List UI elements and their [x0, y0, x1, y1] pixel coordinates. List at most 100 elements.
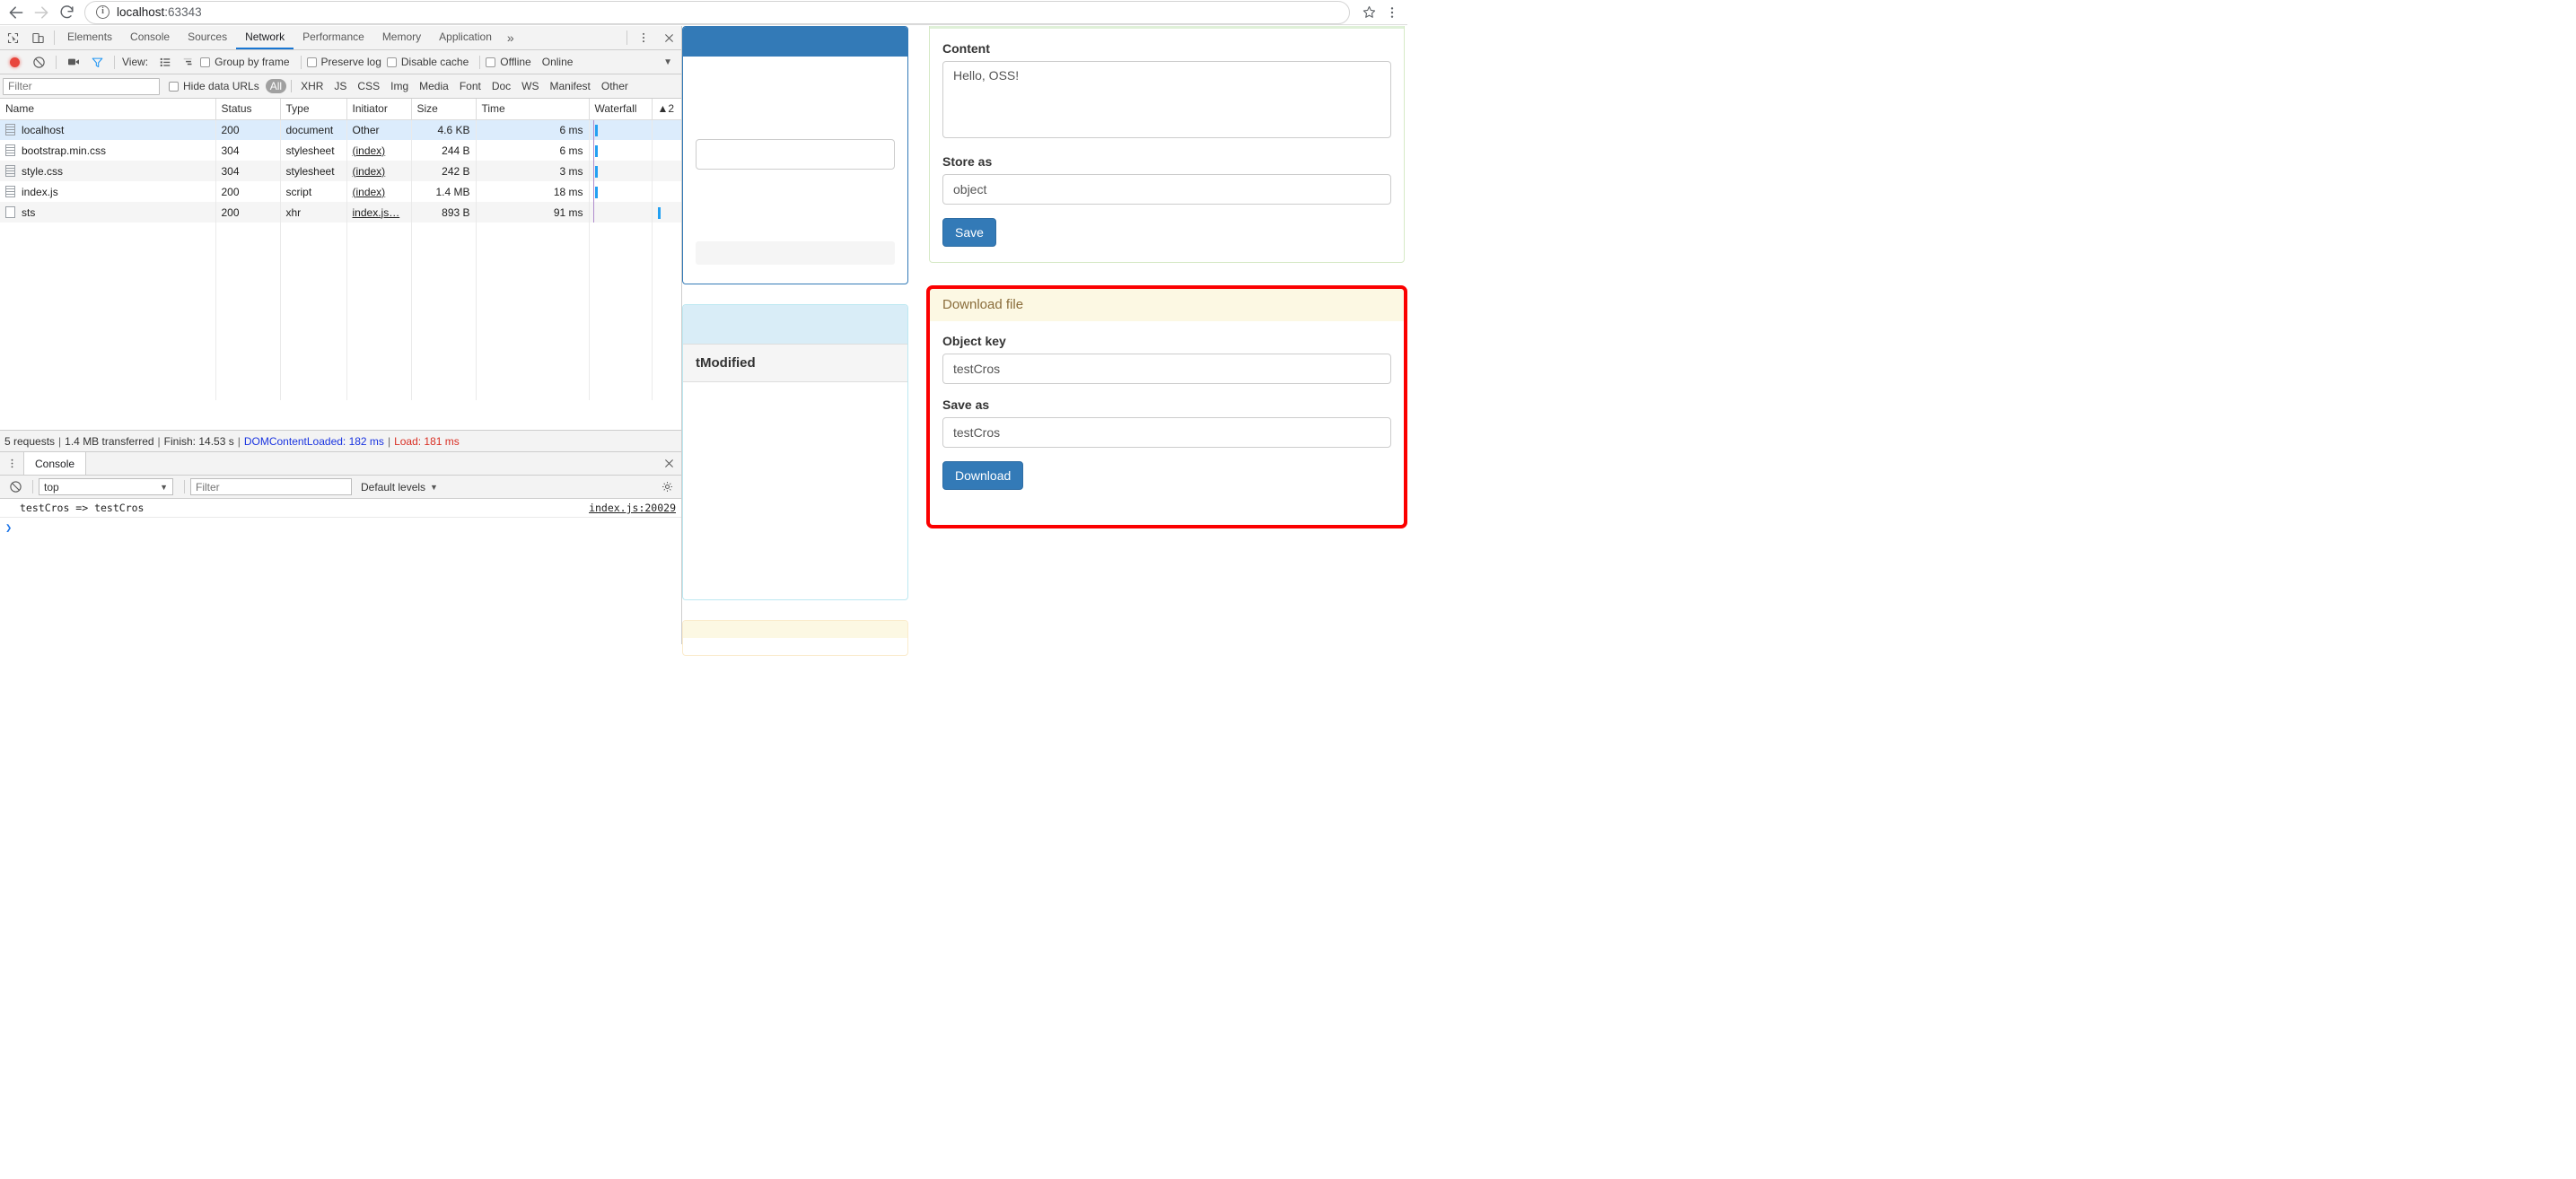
drawer-tab-console[interactable]: Console: [23, 452, 87, 475]
tab-elements[interactable]: Elements: [58, 26, 121, 49]
cell-name[interactable]: sts: [0, 202, 216, 223]
tab-application[interactable]: Application: [430, 26, 501, 49]
console-prompt[interactable]: ❯: [0, 518, 681, 537]
devtools-settings-kebab-icon[interactable]: [631, 26, 656, 49]
initiator-link[interactable]: (index): [353, 165, 386, 178]
forward-icon[interactable]: [29, 0, 54, 25]
chevron-double-right-icon[interactable]: »: [501, 26, 521, 49]
camera-icon[interactable]: [62, 55, 85, 69]
cell-type: document: [280, 119, 347, 140]
type-filter-media[interactable]: Media: [415, 79, 453, 93]
site-info-icon[interactable]: i: [96, 5, 110, 19]
col-header-initiator[interactable]: Initiator: [346, 99, 412, 120]
address-bar[interactable]: i localhost:63343: [84, 0, 1350, 24]
initiator-link[interactable]: (index): [353, 144, 386, 157]
group-by-frame-checkbox[interactable]: Group by frame: [200, 56, 290, 68]
table-row[interactable]: sts 200 xhr index.js… 893 B 91 ms: [0, 202, 681, 223]
console-levels-select[interactable]: Default levels ▼: [361, 481, 438, 493]
disable-cache-box[interactable]: [386, 57, 397, 67]
preserve-log-checkbox[interactable]: Preserve log: [306, 56, 381, 68]
reload-icon[interactable]: [54, 0, 79, 25]
cell-initiator[interactable]: (index): [346, 161, 412, 181]
chevron-down-icon[interactable]: ▼: [663, 57, 672, 67]
col-header-sort-marker[interactable]: ▲2: [652, 99, 681, 120]
disable-cache-checkbox[interactable]: Disable cache: [386, 56, 469, 68]
throttling-value[interactable]: Online: [542, 56, 574, 68]
table-row[interactable]: style.css 304 stylesheet (index) 242 B 3…: [0, 161, 681, 181]
clear-icon[interactable]: [27, 56, 50, 69]
record-button[interactable]: [10, 57, 20, 67]
browser-menu-icon[interactable]: [1380, 1, 1404, 24]
col-header-time[interactable]: Time: [476, 99, 590, 120]
filter-input[interactable]: [3, 77, 160, 95]
cell-type: script: [280, 181, 347, 202]
tab-sources[interactable]: Sources: [179, 26, 236, 49]
tab-performance[interactable]: Performance: [294, 26, 373, 49]
type-filter-xhr[interactable]: XHR: [296, 79, 328, 93]
type-filter-all[interactable]: All: [265, 79, 287, 93]
console-filter-input[interactable]: [190, 478, 352, 495]
cell-spacer: [652, 181, 681, 202]
cell-name[interactable]: index.js: [0, 181, 216, 202]
devtools-close-icon[interactable]: [656, 26, 681, 49]
col-header-name[interactable]: Name: [0, 99, 216, 120]
upload-panel-body: Content Hello, OSS! Store as Save: [930, 29, 1404, 262]
type-filter-css[interactable]: CSS: [353, 79, 384, 93]
table-row[interactable]: localhost 200 document Other 4.6 KB 6 ms: [0, 119, 681, 140]
col-header-size[interactable]: Size: [411, 99, 477, 120]
inspect-element-icon[interactable]: [0, 26, 25, 49]
star-icon[interactable]: [1357, 1, 1380, 24]
type-filter-doc[interactable]: Doc: [487, 79, 515, 93]
cell-name[interactable]: localhost: [0, 119, 216, 140]
initiator-link[interactable]: (index): [353, 186, 386, 198]
back-icon[interactable]: [4, 0, 29, 25]
requests-table: Name Status Type Initiator Size Time Wat…: [0, 99, 681, 400]
console-settings-gear-icon[interactable]: [661, 480, 674, 493]
table-row[interactable]: index.js 200 script (index) 1.4 MB 18 ms: [0, 181, 681, 202]
save-button[interactable]: Save: [942, 218, 996, 247]
cell-name[interactable]: bootstrap.min.css: [0, 140, 216, 161]
cell-name[interactable]: style.css: [0, 161, 216, 181]
device-toolbar-icon[interactable]: [25, 26, 50, 49]
console-message-source[interactable]: index.js:20029: [589, 502, 676, 514]
content-textarea[interactable]: Hello, OSS!: [942, 61, 1391, 138]
left-panel-input[interactable]: [696, 139, 895, 170]
console-clear-icon[interactable]: [4, 480, 27, 493]
group-by-frame-box[interactable]: [200, 57, 211, 67]
object-key-input[interactable]: [942, 354, 1391, 384]
type-filter-font[interactable]: Font: [455, 79, 486, 93]
tabstrip-divider: [54, 31, 55, 45]
console-context-select[interactable]: top ▼: [39, 478, 173, 495]
type-filter-other[interactable]: Other: [597, 79, 633, 93]
offline-checkbox[interactable]: Offline: [486, 56, 531, 68]
initiator-link[interactable]: index.js…: [353, 206, 400, 219]
offline-box[interactable]: [486, 57, 496, 67]
drawer-close-icon[interactable]: [656, 452, 681, 475]
save-as-input[interactable]: [942, 417, 1391, 448]
hide-data-urls-checkbox[interactable]: Hide data URLs: [169, 80, 259, 92]
col-header-type[interactable]: Type: [280, 99, 347, 120]
col-header-waterfall[interactable]: Waterfall: [589, 99, 653, 120]
waterfall-view-icon[interactable]: [177, 56, 200, 68]
hide-data-urls-box[interactable]: [169, 81, 179, 92]
list-view-icon[interactable]: [153, 56, 177, 68]
type-filter-js[interactable]: JS: [329, 79, 351, 93]
tab-network[interactable]: Network: [236, 26, 294, 49]
type-filter-img[interactable]: Img: [386, 79, 413, 93]
type-filter-ws[interactable]: WS: [517, 79, 543, 93]
offline-label: Offline: [500, 56, 531, 68]
funnel-icon[interactable]: [85, 56, 109, 69]
tab-console[interactable]: Console: [121, 26, 179, 49]
drawer-kebab-icon[interactable]: [0, 452, 23, 475]
store-as-input[interactable]: [942, 174, 1391, 205]
cell-initiator[interactable]: (index): [346, 140, 412, 161]
preserve-log-box[interactable]: [306, 57, 317, 67]
tab-memory[interactable]: Memory: [373, 26, 430, 49]
cell-initiator[interactable]: (index): [346, 181, 412, 202]
view-label: View:: [122, 56, 149, 68]
table-row[interactable]: bootstrap.min.css 304 stylesheet (index)…: [0, 140, 681, 161]
type-filter-manifest[interactable]: Manifest: [546, 79, 595, 93]
download-button[interactable]: Download: [942, 461, 1024, 490]
col-header-status[interactable]: Status: [215, 99, 281, 120]
cell-initiator[interactable]: index.js…: [346, 202, 412, 223]
